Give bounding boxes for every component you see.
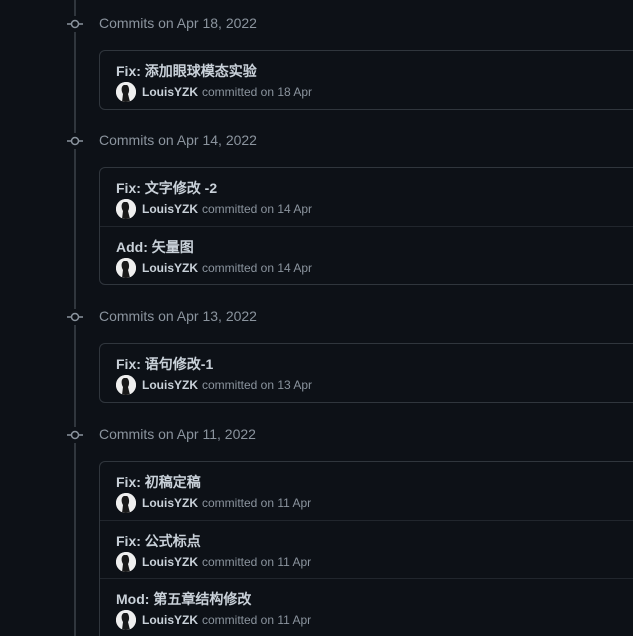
commit-author-link[interactable]: LouisYZK — [142, 613, 198, 627]
commit-list: Fix: 添加眼球模态实验 LouisYZK committed on 18 A… — [99, 50, 633, 110]
commit-date: committed on 14 Apr — [202, 261, 313, 275]
commit-message-link[interactable]: Fix: 公式标点 — [116, 531, 201, 551]
commit-group-header: Commits on Apr 11, 2022 — [0, 423, 633, 447]
commit-group-title: Commits on Apr 13, 2022 — [99, 308, 257, 324]
commit-date: committed on 14 Apr — [202, 202, 313, 216]
user-avatar[interactable] — [116, 199, 136, 219]
git-commit-icon — [67, 427, 83, 443]
user-avatar[interactable] — [116, 610, 136, 630]
user-avatar[interactable] — [116, 375, 136, 395]
user-avatar[interactable] — [116, 552, 136, 572]
git-commit-icon — [67, 16, 83, 32]
git-commit-icon — [67, 309, 83, 325]
commit-row[interactable]: Fix: 初稿定稿 LouisYZK committed on 11 Apr — [100, 462, 633, 520]
commit-date: committed on 11 Apr — [202, 555, 312, 569]
commit-meta: LouisYZK committed on 13 Apr — [116, 375, 312, 395]
commit-group-header: Commits on Apr 13, 2022 — [0, 305, 633, 329]
commit-message-link[interactable]: Fix: 添加眼球模态实验 — [116, 61, 257, 81]
commit-meta: LouisYZK committed on 14 Apr — [116, 258, 312, 278]
user-avatar[interactable] — [116, 493, 136, 513]
commit-message-link[interactable]: Fix: 语句修改-1 — [116, 354, 213, 374]
commit-group-title: Commits on Apr 14, 2022 — [99, 132, 257, 148]
commit-group-title: Commits on Apr 11, 2022 — [99, 426, 256, 442]
commit-meta: LouisYZK committed on 11 Apr — [116, 610, 311, 630]
commit-group-title: Commits on Apr 18, 2022 — [99, 15, 257, 31]
user-avatar[interactable] — [116, 82, 136, 102]
git-commit-icon — [67, 133, 83, 149]
commit-row[interactable]: Fix: 添加眼球模态实验 LouisYZK committed on 18 A… — [100, 51, 633, 109]
commit-message-link[interactable]: Fix: 文字修改 -2 — [116, 178, 217, 198]
commit-author-link[interactable]: LouisYZK — [142, 202, 198, 216]
commit-author-link[interactable]: LouisYZK — [142, 496, 198, 510]
commit-row[interactable]: Add: 矢量图 LouisYZK committed on 14 Apr — [100, 226, 633, 284]
commit-author-link[interactable]: LouisYZK — [142, 85, 198, 99]
commit-group-header: Commits on Apr 18, 2022 — [0, 12, 633, 36]
commit-meta: LouisYZK committed on 18 Apr — [116, 82, 312, 102]
commit-row[interactable]: Mod: 第五章结构修改 LouisYZK committed on 11 Ap… — [100, 578, 633, 636]
commit-author-link[interactable]: LouisYZK — [142, 378, 198, 392]
commit-message-link[interactable]: Fix: 初稿定稿 — [116, 472, 201, 492]
user-avatar[interactable] — [116, 258, 136, 278]
commit-list: Fix: 文字修改 -2 LouisYZK committed on 14 Ap… — [99, 167, 633, 285]
commit-row[interactable]: Fix: 文字修改 -2 LouisYZK committed on 14 Ap… — [100, 168, 633, 226]
commit-date: committed on 13 Apr — [202, 378, 313, 392]
commit-message-link[interactable]: Add: 矢量图 — [116, 237, 194, 257]
commit-list: Fix: 初稿定稿 LouisYZK committed on 11 Apr F… — [99, 461, 633, 636]
commit-date: committed on 11 Apr — [202, 613, 312, 627]
commit-message-link[interactable]: Mod: 第五章结构修改 — [116, 589, 251, 609]
commit-row[interactable]: Fix: 公式标点 LouisYZK committed on 11 Apr — [100, 520, 633, 578]
commit-meta: LouisYZK committed on 11 Apr — [116, 493, 311, 513]
commit-date: committed on 18 Apr — [202, 85, 313, 99]
commit-author-link[interactable]: LouisYZK — [142, 555, 198, 569]
commit-author-link[interactable]: LouisYZK — [142, 261, 198, 275]
commit-meta: LouisYZK committed on 11 Apr — [116, 552, 311, 572]
commit-row[interactable]: Fix: 语句修改-1 LouisYZK committed on 13 Apr — [100, 344, 633, 402]
commit-meta: LouisYZK committed on 14 Apr — [116, 199, 312, 219]
commit-date: committed on 11 Apr — [202, 496, 312, 510]
commit-group-header: Commits on Apr 14, 2022 — [0, 129, 633, 153]
commit-list: Fix: 语句修改-1 LouisYZK committed on 13 Apr — [99, 343, 633, 403]
